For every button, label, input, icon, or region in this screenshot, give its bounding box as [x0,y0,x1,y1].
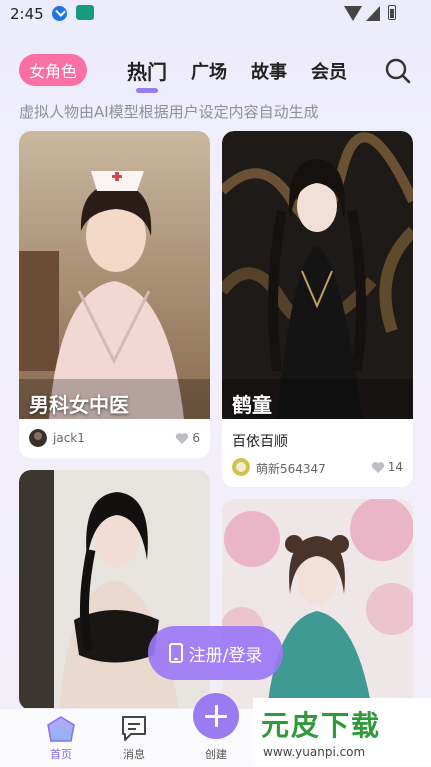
message-icon [122,716,146,741]
character-image [222,131,413,419]
nav-item-home[interactable]: 首页 [31,709,91,767]
heart-icon [371,461,384,473]
author-name: 萌新564347 [256,462,326,476]
nav-label: 消息 [123,748,145,761]
author-avatar [29,429,47,447]
tab-story[interactable]: 故事 [251,58,287,84]
disclaimer-text: 虚拟人物由AI模型根据用户设定内容自动生成 [19,103,319,121]
search-icon[interactable] [385,58,411,84]
download-status-icon [52,6,67,21]
nav-label: 创建 [205,748,227,761]
category-pill[interactable]: 女角色 [19,54,87,86]
card-description: 百依百顺 [232,434,288,450]
like-count-value: 14 [387,460,403,474]
like-count-value: 6 [192,431,200,445]
wifi-icon [344,6,362,21]
watermark-url: www.yuanpi.com [263,745,366,759]
phone-icon [168,643,183,663]
watermark-logo: 元皮下载 www.yuanpi.com [253,698,431,766]
home-icon [47,716,75,742]
status-time: 2:45 [10,5,44,23]
author-name: jack1 [53,431,85,445]
status-bar: 2:45 [0,0,431,28]
like-count[interactable]: 6 [175,431,200,445]
watermark-text: 元皮下载 [261,709,382,742]
active-tab-indicator [136,88,158,93]
battery-icon [388,5,396,20]
heart-icon [176,432,189,444]
register-login-button[interactable]: 注册/登录 [148,626,283,680]
nav-label: 首页 [50,748,72,761]
nav-item-messages[interactable]: 消息 [104,709,164,767]
author-avatar [232,458,250,476]
character-card[interactable]: 鹤童 百依百顺 萌新564347 14 [222,131,413,487]
like-count[interactable]: 14 [371,460,403,474]
create-plus-button[interactable] [193,693,239,739]
app-status-icon [76,5,94,20]
card-title: 男科女中医 [29,393,129,417]
character-card[interactable]: 男科女中医 jack1 6 [19,131,210,458]
character-image [19,131,210,419]
tab-hot[interactable]: 热门 [127,56,167,85]
signal-icon [366,6,380,21]
tab-member[interactable]: 会员 [311,58,347,84]
card-title: 鹤童 [232,393,272,417]
tab-square[interactable]: 广场 [191,58,227,84]
register-login-label: 注册/登录 [188,645,263,666]
